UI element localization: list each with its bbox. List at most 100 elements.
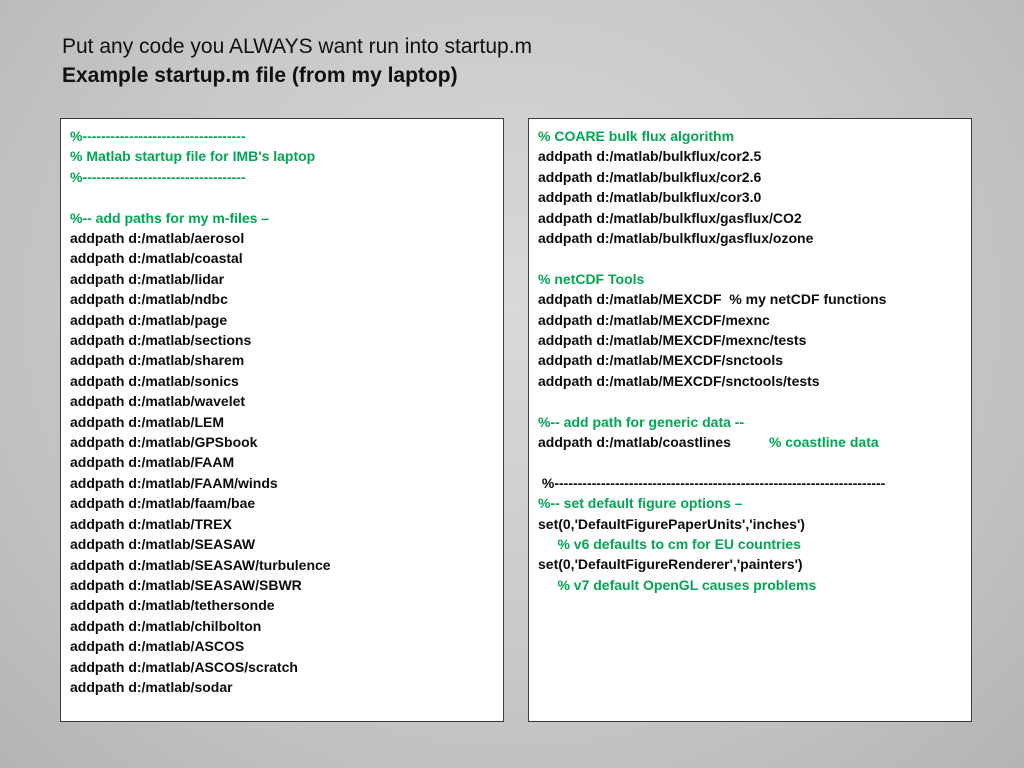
code-line: addpath d:/matlab/ASCOS/scratch: [70, 657, 503, 677]
code-line: addpath d:/matlab/MEXCDF/mexnc: [538, 310, 971, 330]
code-line: addpath d:/matlab/sections: [70, 330, 503, 350]
code-text: set(0,'DefaultFigureRenderer','painters'…: [538, 556, 803, 573]
code-text: % v6 defaults to cm for EU countries: [538, 536, 801, 553]
inline-comment: % coastline data: [768, 434, 879, 451]
code-text: addpath d:/matlab/MEXCDF % my netCDF fun…: [538, 291, 887, 308]
code-text: addpath d:/matlab/SEASAW: [70, 536, 256, 553]
code-text: addpath d:/matlab/bulkflux/cor2.5: [538, 148, 762, 165]
code-text: % v7 default OpenGL causes problems: [538, 576, 817, 593]
code-line: %---------------------------------------…: [538, 473, 971, 493]
code-text: %---------------------------------------…: [538, 474, 886, 491]
code-line: addpath d:/matlab/MEXCDF/mexnc/tests: [538, 330, 971, 350]
slide-title: Put any code you ALWAYS want run into st…: [62, 32, 962, 90]
code-line: addpath d:/matlab/sodar: [70, 677, 503, 697]
code-line: addpath d:/matlab/wavelet: [70, 391, 503, 411]
code-text: %-----------------------------------: [70, 128, 246, 144]
code-text: set(0,'DefaultFigurePaperUnits','inches'…: [538, 515, 805, 532]
code-line: addpath d:/matlab/SEASAW: [70, 534, 503, 554]
code-line: addpath d:/matlab/GPSbook: [70, 432, 503, 452]
code-text: addpath d:/matlab/page: [70, 311, 228, 328]
code-text: addpath d:/matlab/coastal: [70, 250, 243, 267]
code-line: addpath d:/matlab/coastal: [70, 248, 503, 268]
code-text: addpath d:/matlab/faam/bae: [70, 495, 256, 512]
comment-line: % Matlab startup file for IMB's laptop: [70, 146, 503, 166]
comment-line: % v7 default OpenGL causes problems: [538, 575, 971, 595]
code-text: addpath d:/matlab/SEASAW/SBWR: [70, 576, 302, 593]
code-text: addpath d:/matlab/ASCOS: [70, 638, 245, 655]
code-panel-right: % COARE bulk flux algorithm addpath d:/ma…: [528, 118, 972, 722]
code-text: addpath d:/matlab/FAAM: [70, 454, 235, 471]
code-text: addpath d:/matlab/lidar: [70, 270, 225, 287]
comment-line: % v6 defaults to cm for EU countries: [538, 534, 971, 554]
code-line: addpath d:/matlab/faam/bae: [70, 493, 503, 513]
code-text: addpath d:/matlab/MEXCDF/mexnc: [538, 311, 770, 328]
code-line: addpath d:/matlab/ASCOS: [70, 636, 503, 656]
code-text: addpath d:/matlab/MEXCDF/snctools: [538, 352, 784, 369]
code-text: %-- add path for generic data --: [538, 413, 745, 430]
code-text: addpath d:/matlab/coastlines: [538, 434, 731, 451]
code-line: addpath d:/matlab/coastlines % coastline …: [538, 432, 971, 452]
code-line: set(0,'DefaultFigureRenderer','painters'…: [538, 554, 971, 574]
code-text: addpath d:/matlab/LEM: [70, 413, 224, 430]
code-text: addpath d:/matlab/chilbolton: [70, 617, 262, 634]
code-line: addpath d:/matlab/bulkflux/gasflux/ozone: [538, 228, 971, 248]
code-line: addpath d:/matlab/ndbc: [70, 289, 503, 309]
code-line: addpath d:/matlab/TREX: [70, 514, 503, 534]
code-line: addpath d:/matlab/aerosol: [70, 228, 503, 248]
code-line: addpath d:/matlab/bulkflux/cor3.0: [538, 187, 971, 207]
code-text: % COARE bulk flux algorithm: [538, 128, 735, 144]
code-line: addpath d:/matlab/page: [70, 310, 503, 330]
code-line: addpath d:/matlab/bulkflux/cor2.6: [538, 167, 971, 187]
code-text: % Matlab startup file for IMB's laptop: [70, 148, 316, 165]
code-line: addpath d:/matlab/tethersonde: [70, 595, 503, 615]
code-line: addpath d:/matlab/MEXCDF % my netCDF fun…: [538, 289, 971, 309]
comment-line: % COARE bulk flux algorithm: [538, 126, 971, 146]
comment-line: % netCDF Tools: [538, 269, 971, 289]
code-line: addpath d:/matlab/FAAM: [70, 452, 503, 472]
code-line: addpath d:/matlab/LEM: [70, 412, 503, 432]
comment-line: %-----------------------------------: [70, 167, 503, 187]
code-panel-left: %----------------------------------- % Ma…: [60, 118, 504, 722]
slide-title-line-2: Example startup.m file (from my laptop): [62, 64, 458, 87]
code-text: %-----------------------------------: [70, 168, 246, 185]
code-line: addpath d:/matlab/chilbolton: [70, 616, 503, 636]
code-text: addpath d:/matlab/SEASAW/turbulence: [70, 556, 331, 573]
code-text: addpath d:/matlab/ASCOS/scratch: [70, 658, 298, 675]
code-text: addpath d:/matlab/MEXCDF/snctools/tests: [538, 372, 820, 389]
code-line: addpath d:/matlab/lidar: [70, 269, 503, 289]
code-line: addpath d:/matlab/bulkflux/cor2.5: [538, 146, 971, 166]
comment-line: %-- set default figure options –: [538, 493, 971, 513]
code-text: addpath d:/matlab/sonics: [70, 372, 239, 389]
code-text: %-- set default figure options –: [538, 495, 743, 512]
comment-line: %-- add paths for my m-files –: [70, 208, 503, 228]
slide-title-line-1: Put any code you ALWAYS want run into st…: [62, 35, 533, 58]
code-line: addpath d:/matlab/bulkflux/gasflux/CO2: [538, 208, 971, 228]
comment-line: %-- add path for generic data --: [538, 412, 971, 432]
code-line: addpath d:/matlab/sonics: [70, 371, 503, 391]
code-text: addpath d:/matlab/FAAM/winds: [70, 474, 278, 491]
code-text: addpath d:/matlab/TREX: [70, 515, 232, 532]
code-line: addpath d:/matlab/sharem: [70, 350, 503, 370]
code-line: addpath d:/matlab/SEASAW/turbulence: [70, 555, 503, 575]
code-text: addpath d:/matlab/ndbc: [70, 291, 228, 308]
code-line: addpath d:/matlab/FAAM/winds: [70, 473, 503, 493]
code-text: %-- add paths for my m-files –: [70, 209, 270, 226]
code-text: addpath d:/matlab/tethersonde: [70, 597, 275, 614]
code-text: addpath d:/matlab/sodar: [70, 678, 233, 695]
code-text: addpath d:/matlab/aerosol: [70, 230, 245, 247]
code-text: % netCDF Tools: [538, 270, 645, 287]
code-text: addpath d:/matlab/sections: [70, 332, 252, 349]
code-line: addpath d:/matlab/SEASAW/SBWR: [70, 575, 503, 595]
code-text: addpath d:/matlab/bulkflux/gasflux/CO2: [538, 209, 802, 226]
code-text: addpath d:/matlab/MEXCDF/mexnc/tests: [538, 332, 807, 349]
code-text: addpath d:/matlab/wavelet: [70, 393, 246, 410]
comment-line: %-----------------------------------: [70, 126, 503, 146]
code-text: addpath d:/matlab/sharem: [70, 352, 245, 369]
code-line: addpath d:/matlab/MEXCDF/snctools/tests: [538, 371, 971, 391]
code-line: addpath d:/matlab/MEXCDF/snctools: [538, 350, 971, 370]
code-text: addpath d:/matlab/bulkflux/gasflux/ozone: [538, 230, 814, 247]
